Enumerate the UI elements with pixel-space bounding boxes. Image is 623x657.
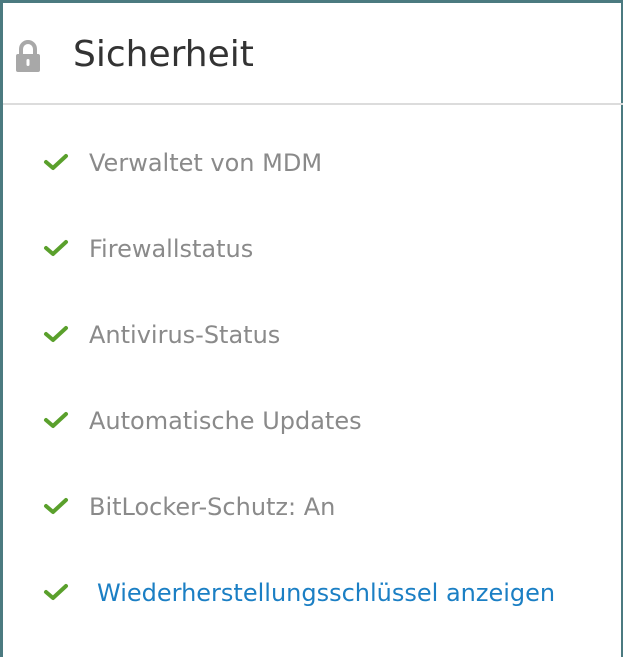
checkmark-icon: [44, 498, 68, 514]
checkmark-icon: [44, 154, 68, 170]
checkmark-icon: [44, 412, 68, 428]
list-item-firewall: Firewallstatus: [3, 227, 623, 271]
checkmark-icon: [44, 240, 68, 256]
checkmark-icon: [44, 584, 68, 600]
item-label-firewall: Firewallstatus: [89, 235, 254, 263]
list-item-antivirus: Antivirus-Status: [3, 313, 623, 357]
list-item-mdm: Verwaltet von MDM: [3, 141, 623, 185]
checkmark-icon: [44, 326, 68, 342]
item-label-bitlocker: BitLocker-Schutz: An: [89, 493, 336, 521]
item-label-updates: Automatische Updates: [89, 407, 362, 435]
list-item-bitlocker: BitLocker-Schutz: An: [3, 485, 623, 529]
item-label-mdm: Verwaltet von MDM: [89, 149, 323, 177]
item-label-antivirus: Antivirus-Status: [89, 321, 281, 349]
list-item-recovery-key: Wiederherstellungsschlüssel anzeigen: [3, 571, 623, 615]
recovery-key-link[interactable]: Wiederherstellungsschlüssel anzeigen: [97, 571, 555, 615]
list-item-updates: Automatische Updates: [3, 399, 623, 443]
security-status-list: Verwaltet von MDM Firewallstatus Antivir…: [3, 3, 623, 657]
security-panel: Sicherheit Verwaltet von MDM Firewallsta…: [0, 0, 623, 657]
